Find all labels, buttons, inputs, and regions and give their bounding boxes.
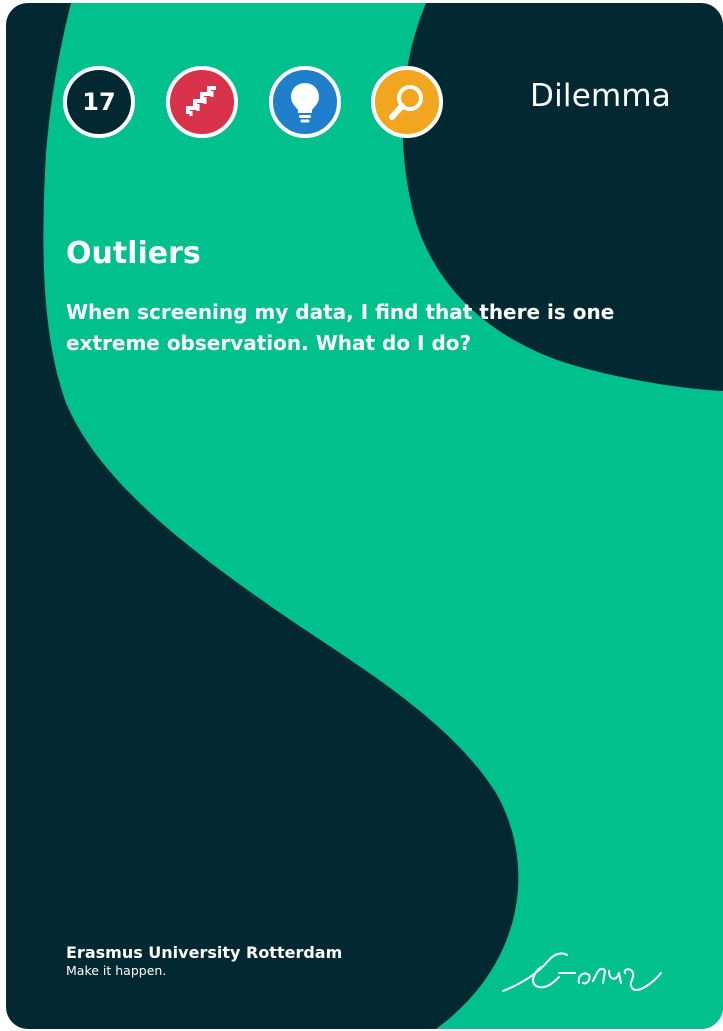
university-name: Erasmus University Rotterdam xyxy=(66,943,343,962)
card-title: Outliers xyxy=(66,236,201,271)
erasmus-signature-logo xyxy=(502,952,662,992)
green-wave-shape xyxy=(43,3,723,1029)
dilemma-card: 17 Dilemma Outliers When screening my da… xyxy=(6,3,723,1029)
lightbulb-badge xyxy=(269,66,341,138)
stairs-badge xyxy=(166,66,238,138)
university-branding: Erasmus University Rotterdam Make it hap… xyxy=(66,943,342,978)
lightbulb-icon xyxy=(291,83,319,123)
magnifier-icon xyxy=(389,85,423,120)
card-number: 17 xyxy=(82,88,116,116)
university-tagline: Make it happen. xyxy=(66,963,167,978)
magnifier-badge xyxy=(371,66,443,138)
card-type-label: Dilemma xyxy=(530,78,671,114)
stairs-icon xyxy=(186,86,216,116)
card-question: When screening my data, I find that ther… xyxy=(66,300,615,355)
card-number-badge: 17 xyxy=(63,66,135,138)
